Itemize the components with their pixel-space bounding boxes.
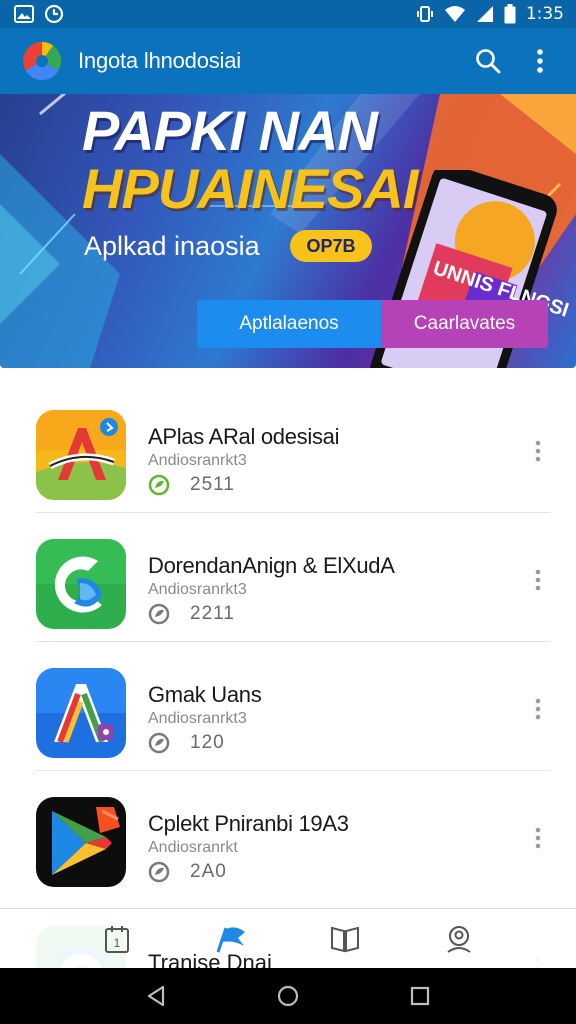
app-name: DorendanAnign & ElXudA [148, 553, 395, 578]
app-play-logo-icon [36, 797, 126, 887]
app-name: APlas ARal odesisai [148, 424, 340, 449]
item-overflow-button[interactable] [528, 823, 548, 853]
nav-books[interactable] [315, 917, 375, 961]
app-name: Cplekt Pniranbi 19A3 [148, 811, 349, 836]
app-developer: Andiosranrkt3 [148, 710, 247, 727]
more-vertical-icon [535, 827, 541, 849]
list-item[interactable]: APlas ARal odesisai Andiosranrkt3 2511 [0, 384, 576, 513]
battery-icon [504, 4, 516, 24]
app-title: Ingota lhnodosiai [78, 48, 241, 73]
download-count-icon [148, 732, 170, 754]
banner-title-line1: PAPKI NAN [82, 99, 378, 162]
gallery-notification-icon [14, 5, 34, 23]
banner-subtitle: Aplkad inaosia [84, 231, 260, 261]
overflow-menu-button[interactable] [518, 39, 562, 83]
vibrate-icon [416, 6, 433, 22]
calendar-icon: 1 [105, 926, 129, 953]
account-icon [447, 926, 471, 953]
app-c-logo-icon [36, 539, 126, 629]
more-vertical-icon [535, 698, 541, 720]
calendar-badge: 1 [114, 936, 121, 950]
more-vertical-icon [535, 569, 541, 591]
system-navigation-bar [0, 968, 576, 1024]
wifi-icon [444, 6, 465, 22]
app-developer: Andiosranrkt3 [148, 452, 247, 469]
clock-notification-icon [44, 4, 64, 24]
book-icon [331, 926, 359, 953]
app-download-count: 2211 [190, 603, 235, 624]
app-meta: 120 [148, 732, 225, 754]
app-bar: Ingota lhnodosiai [0, 28, 576, 94]
app-download-count: 120 [190, 732, 225, 753]
status-time: 1:35 [525, 4, 564, 24]
item-overflow-button[interactable] [528, 436, 548, 466]
app-developer: Andiosranrkt [148, 839, 238, 856]
app-meta: 2511 [148, 474, 235, 496]
item-overflow-button[interactable] [528, 694, 548, 724]
app-logo-icon [22, 41, 62, 81]
status-bar: 1:35 [0, 0, 576, 28]
recents-square-icon [410, 986, 430, 1006]
back-triangle-icon [147, 985, 165, 1007]
categories-button[interactable]: Caarlavates [381, 300, 548, 348]
recents-button[interactable] [400, 976, 440, 1016]
apps-button[interactable]: Aptlalaenos [197, 300, 381, 348]
app-rainbow-a-logo-icon [36, 668, 126, 758]
home-button[interactable] [268, 976, 308, 1016]
back-button[interactable] [136, 976, 176, 1016]
app-meta: 2211 [148, 603, 235, 625]
promo-banner[interactable]: PAPKI NAN HPUAINESAI Aplkad inaosia OP7B… [0, 94, 576, 368]
list-item[interactable]: Cplekt Pniranbi 19A3 Andiosranrkt 2A0 [0, 771, 576, 900]
nav-calendar[interactable]: 1 [87, 917, 147, 961]
nav-profile[interactable] [429, 917, 489, 961]
search-icon [476, 49, 501, 74]
search-button[interactable] [466, 39, 510, 83]
more-vertical-icon [537, 49, 543, 73]
download-count-icon [148, 603, 170, 625]
app-developer: Andiosranrkt3 [148, 581, 247, 598]
app-name: Gmak Uans [148, 682, 262, 707]
bottom-navigation: 1 [0, 908, 576, 968]
download-count-icon [148, 474, 170, 496]
cell-signal-icon [476, 6, 493, 22]
app-download-count: 2511 [190, 474, 235, 495]
download-count-icon [148, 861, 170, 883]
app-meta: 2A0 [148, 861, 227, 883]
app-download-count: 2A0 [190, 861, 227, 882]
item-overflow-button[interactable] [528, 565, 548, 595]
list-item[interactable]: Gmak Uans Andiosranrkt3 120 [0, 642, 576, 771]
app-a-logo-icon [36, 410, 126, 500]
more-vertical-icon [535, 440, 541, 462]
home-circle-icon [277, 985, 299, 1007]
list-item[interactable]: DorendanAnign & ElXudA Andiosranrkt3 221… [0, 513, 576, 642]
